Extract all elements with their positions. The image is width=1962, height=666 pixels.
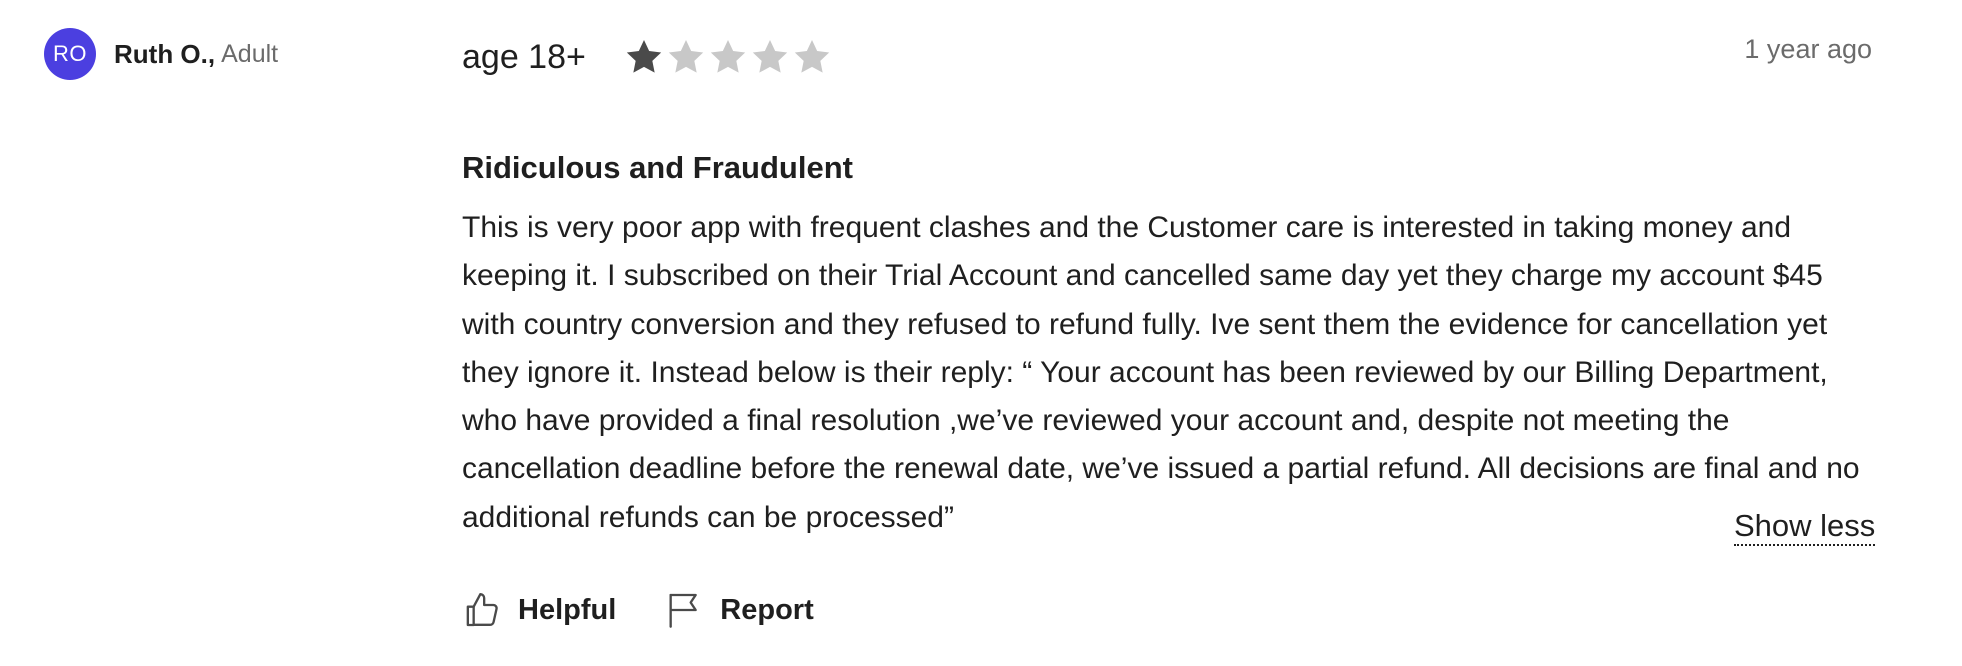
star-empty-icon [794,40,830,73]
star-rating [624,37,832,77]
star-empty-icon [752,40,788,73]
helpful-label: Helpful [518,593,617,626]
thumbs-up-icon [462,590,502,630]
star-filled-icon [626,40,662,73]
review-title: Ridiculous and Fraudulent [462,150,853,185]
review-header: age 18+ [462,30,1872,84]
review-actions: Helpful Report [462,590,814,630]
reviewer-info: RO Ruth O., Adult [44,28,278,80]
star-empty-icon [710,40,746,73]
age-group: age 18+ [462,37,586,76]
avatar: RO [44,28,96,80]
report-label: Report [720,593,814,626]
reviewer-role: Adult [221,39,279,68]
show-less-container: Show less [1734,508,1876,546]
report-button[interactable]: Report [664,590,814,630]
avatar-initials: RO [53,41,87,66]
reviewer-name: Ruth O. [114,38,208,69]
star-empty-icon [668,40,704,73]
show-less-link[interactable]: Show less [1734,508,1876,546]
flag-icon [664,590,704,630]
review-body: This is very poor app with frequent clas… [462,211,1860,534]
reviewer-name-separator: , [207,38,216,69]
helpful-button[interactable]: Helpful [462,590,616,630]
review-card: age 18+ 1 year ago Ridiculous and Fraudu… [462,30,1872,542]
review-timestamp: 1 year ago [1744,34,1872,64]
